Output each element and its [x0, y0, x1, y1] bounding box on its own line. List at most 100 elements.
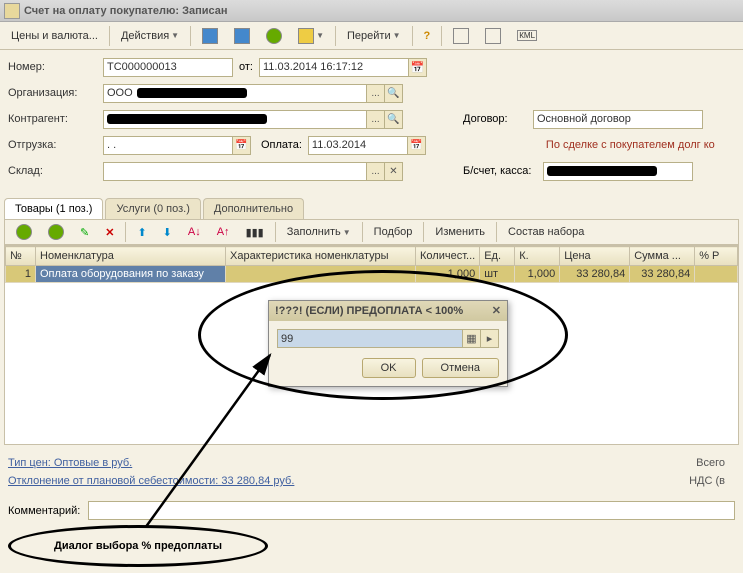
org-open-button[interactable]: 🔍	[385, 84, 403, 103]
shipment-cal-button[interactable]: 📅	[233, 136, 251, 155]
add-row-button[interactable]	[9, 221, 39, 243]
payment-cal-button[interactable]: 📅	[408, 136, 426, 155]
payment-field[interactable]	[308, 136, 408, 155]
toolbar-icon-5[interactable]	[446, 25, 476, 47]
prepayment-value-field[interactable]	[277, 329, 463, 348]
comment-row: Комментарий:	[0, 499, 743, 522]
shipment-field[interactable]	[103, 136, 233, 155]
barcode-icon: ▮▮▮	[246, 226, 264, 239]
org-select-button[interactable]: ...	[367, 84, 385, 103]
account-label: Б/счет, касса:	[463, 165, 543, 177]
col-item[interactable]: Номенклатура	[36, 247, 226, 266]
toolbar-icon-7[interactable]: КМL	[510, 27, 544, 44]
dialog-title: !???! (ЕСЛИ) ПРЕДОПЛАТА < 100%	[275, 301, 463, 321]
ok-button[interactable]: OK	[362, 358, 416, 378]
struct-icon	[453, 28, 469, 44]
number-field[interactable]	[103, 58, 233, 77]
calendar-icon: 📅	[411, 61, 425, 74]
sort-desc-icon: A↑	[217, 226, 230, 238]
comment-field[interactable]	[88, 501, 735, 520]
date-calendar-button[interactable]: 📅	[409, 58, 427, 77]
cell-unit: шт	[480, 266, 515, 283]
col-k[interactable]: К.	[515, 247, 560, 266]
copy-row-button[interactable]	[41, 221, 71, 243]
table-row[interactable]: 1 Оплата оборудования по заказу 1,000 шт…	[6, 266, 738, 283]
price-type-link[interactable]: Тип цен: Оптовые в руб.	[8, 457, 132, 469]
spinner-icon: ▸	[487, 332, 493, 345]
change-button[interactable]: Изменить	[428, 223, 492, 241]
warehouse-clear-button[interactable]: ✕	[385, 162, 403, 181]
toolbar-icon-4[interactable]: ▼	[291, 25, 331, 47]
window-titlebar: Счет на оплату покупателю: Записан	[0, 0, 743, 22]
dialog-close-button[interactable]: ✕	[492, 301, 501, 321]
cell-pct	[695, 266, 738, 283]
barcode-button[interactable]: ▮▮▮	[239, 223, 271, 242]
dialog-titlebar: !???! (ЕСЛИ) ПРЕДОПЛАТА < 100% ✕	[269, 301, 507, 321]
grid-header-row: № Номенклатура Характеристика номенклату…	[6, 247, 738, 266]
account-field[interactable]	[543, 162, 693, 181]
contractor-open-button[interactable]: 🔍	[385, 110, 403, 129]
org-label: Организация:	[8, 87, 103, 99]
warehouse-label: Склад:	[8, 165, 103, 177]
cell-qty: 1,000	[416, 266, 480, 283]
delete-icon: ✕	[105, 226, 114, 239]
select-button[interactable]: Подбор	[367, 223, 420, 241]
prices-currency-button[interactable]: Цены и валюта...	[4, 27, 105, 45]
sort-asc-button[interactable]: A↓	[181, 223, 208, 241]
calc-button[interactable]: ▦	[463, 329, 481, 348]
help-icon: ?	[424, 30, 431, 42]
col-sum[interactable]: Сумма ...	[630, 247, 695, 266]
actions-button[interactable]: Действия▼	[114, 27, 186, 45]
form-area: Номер: от: 📅 Организация: ООО ... 🔍 Конт…	[0, 50, 743, 192]
basedon-icon	[298, 28, 314, 44]
contract-field[interactable]	[533, 110, 703, 129]
warehouse-select-button[interactable]: ...	[367, 162, 385, 181]
col-char[interactable]: Характеристика номенклатуры	[226, 247, 416, 266]
app-icon	[4, 3, 20, 19]
up-icon: ⬆	[137, 226, 146, 239]
sort-asc-icon: A↓	[188, 226, 201, 238]
org-field[interactable]: ООО	[103, 84, 367, 103]
warehouse-field[interactable]	[103, 162, 367, 181]
from-label: от:	[239, 61, 253, 73]
spin-button[interactable]: ▸	[481, 329, 499, 348]
toolbar-icon-1[interactable]	[195, 25, 225, 47]
payment-label: Оплата:	[261, 139, 302, 151]
contractor-label: Контрагент:	[8, 113, 103, 125]
tab-services[interactable]: Услуги (0 поз.)	[105, 198, 200, 219]
tab-goods[interactable]: Товары (1 поз.)	[4, 198, 103, 219]
xml-icon: КМL	[517, 30, 537, 41]
shipment-label: Отгрузка:	[8, 139, 103, 151]
col-qty[interactable]: Количест...	[416, 247, 480, 266]
toolbar-icon-6[interactable]	[478, 25, 508, 47]
cancel-button[interactable]: Отмена	[422, 358, 499, 378]
col-unit[interactable]: Ед.	[480, 247, 515, 266]
move-up-button[interactable]: ⬆	[130, 223, 153, 242]
toolbar-icon-3[interactable]	[259, 25, 289, 47]
debt-note: По сделке с покупателем долг ко	[546, 139, 715, 151]
redacted-text	[137, 88, 247, 98]
col-n[interactable]: №	[6, 247, 36, 266]
go-button[interactable]: Перейти▼	[340, 27, 408, 45]
add-icon	[16, 224, 32, 240]
cell-sum: 33 280,84	[630, 266, 695, 283]
total-label: Всего	[696, 457, 725, 469]
col-price[interactable]: Цена	[560, 247, 630, 266]
contractor-field[interactable]	[103, 110, 367, 129]
fill-button[interactable]: Заполнить▼	[280, 223, 358, 241]
col-pct[interactable]: % Р	[695, 247, 738, 266]
edit-icon: ✎	[80, 226, 89, 239]
date-field[interactable]	[259, 58, 409, 77]
tab-additional[interactable]: Дополнительно	[203, 198, 304, 219]
composition-button[interactable]: Состав набора	[501, 223, 591, 241]
deviation-link[interactable]: Отклонение от плановой себестоимости: 33…	[8, 475, 294, 487]
contractor-select-button[interactable]: ...	[367, 110, 385, 129]
toolbar-icon-2[interactable]	[227, 25, 257, 47]
move-down-button[interactable]: ⬇	[156, 223, 179, 242]
number-label: Номер:	[8, 61, 103, 73]
help-button[interactable]: ?	[417, 27, 438, 45]
sort-desc-button[interactable]: A↑	[210, 223, 237, 241]
delete-row-button[interactable]: ✕	[98, 223, 121, 242]
cell-char	[226, 266, 416, 283]
edit-row-button[interactable]: ✎	[73, 223, 96, 242]
